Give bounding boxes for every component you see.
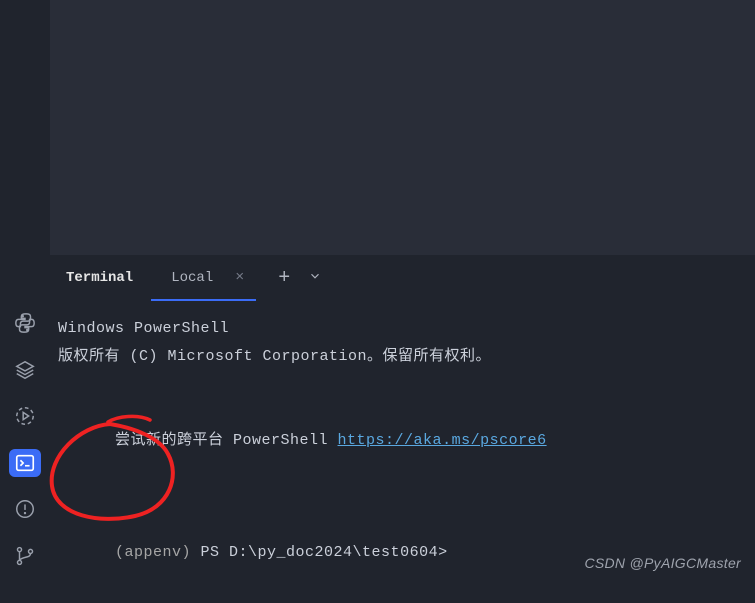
terminal-line: Windows PowerShell <box>58 315 747 343</box>
terminal-icon <box>14 452 36 474</box>
activity-terminal[interactable] <box>9 449 41 478</box>
close-icon[interactable]: × <box>231 269 248 286</box>
terminal-line <box>58 483 747 511</box>
watermark: CSDN @PyAIGCMaster <box>584 555 741 571</box>
terminal-line: 版权所有 (C) Microsoft Corporation。保留所有权利。 <box>58 343 747 371</box>
layers-icon <box>14 359 36 381</box>
add-terminal-button[interactable]: + <box>270 267 298 290</box>
terminal-line <box>58 371 747 399</box>
terminal-tab-local-label: Local <box>159 258 221 297</box>
activity-python[interactable] <box>9 309 41 338</box>
terminal-dropdown[interactable] <box>302 269 328 288</box>
terminal-prompt: (appenv) PS D:\py_doc2024\test0604> <box>58 511 747 595</box>
terminal-panel: Terminal Local × + Windows PowerShell 版权… <box>50 255 755 579</box>
venv-indicator: (appenv) <box>115 544 191 561</box>
activity-bar <box>0 0 50 579</box>
git-branch-icon <box>14 545 36 567</box>
warning-circle-icon <box>14 498 36 520</box>
play-circle-icon <box>14 405 36 427</box>
activity-run[interactable] <box>9 402 41 431</box>
terminal-tab-local[interactable]: Local × <box>151 255 256 301</box>
activity-git[interactable] <box>9 542 41 571</box>
terminal-text: 尝试新的跨平台 PowerShell <box>115 432 338 449</box>
terminal-tab-title[interactable]: Terminal <box>66 270 147 286</box>
pscore-link[interactable]: https://aka.ms/pscore6 <box>338 432 547 449</box>
python-icon <box>14 312 36 334</box>
activity-problems[interactable] <box>9 495 41 524</box>
activity-layers[interactable] <box>9 356 41 385</box>
chevron-down-icon <box>308 269 322 283</box>
editor-pane <box>50 0 755 255</box>
prompt-path: PS D:\py_doc2024\test0604> <box>191 544 448 561</box>
terminal-line: 尝试新的跨平台 PowerShell https://aka.ms/pscore… <box>58 399 747 483</box>
terminal-tabs: Terminal Local × + <box>50 255 755 301</box>
